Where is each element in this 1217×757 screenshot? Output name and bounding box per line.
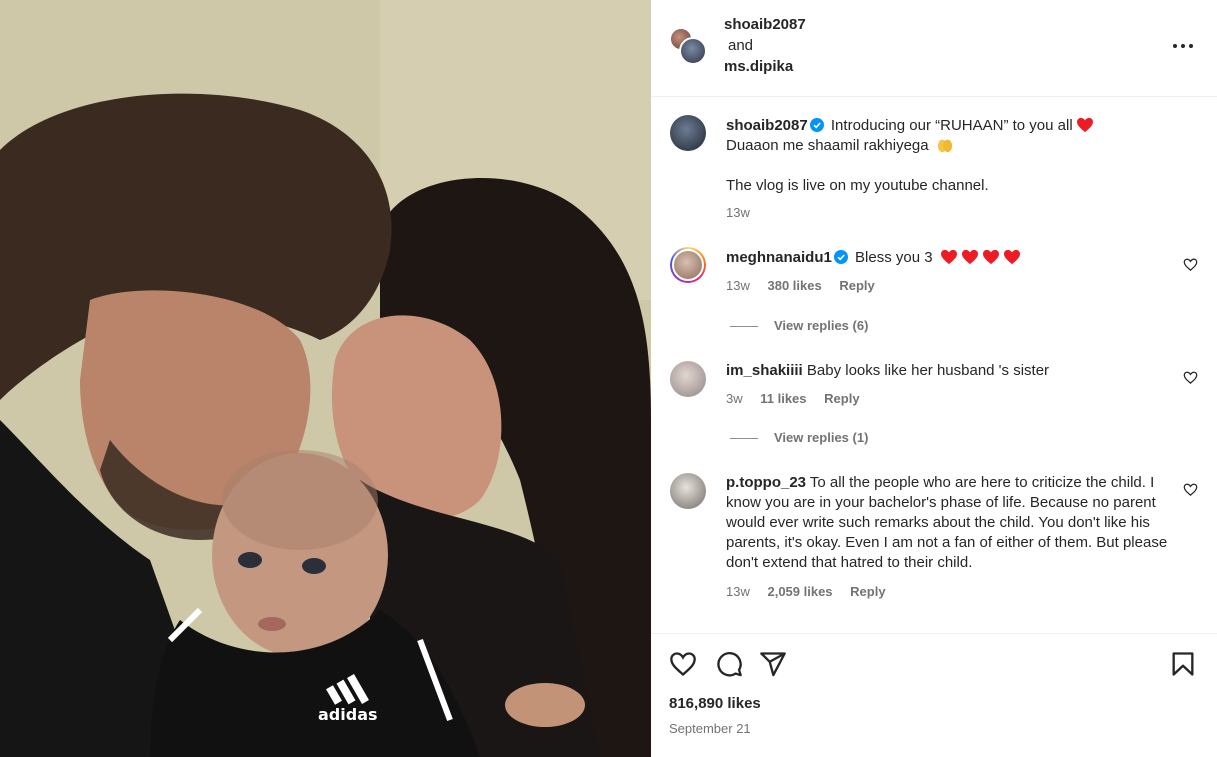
comment-likes[interactable]: 11 likes: [760, 391, 806, 406]
caption-line-3: The vlog is live on my youtube channel.: [726, 177, 989, 194]
jacket-logo-text: adidas: [318, 705, 378, 724]
header-username-2[interactable]: ms.dipika: [724, 56, 806, 77]
comment-username[interactable]: p.toppo_23: [726, 474, 806, 491]
post-photo[interactable]: adidas: [0, 0, 651, 757]
avatar[interactable]: [670, 361, 706, 397]
caption-line-1: Introducing our “RUHAAN” to you all: [830, 117, 1073, 134]
comments-list[interactable]: shoaib2087 Introducing our “RUHAAN” to y…: [651, 98, 1217, 633]
bookmark-icon[interactable]: [1169, 650, 1197, 678]
comment-3: p.toppo_23 To all the people who are her…: [726, 473, 1171, 573]
comment-meta: 13w 380 likes Reply: [726, 278, 889, 293]
comment-meta: 13w 2,059 likes Reply: [726, 584, 900, 599]
view-replies-button[interactable]: View replies (6): [730, 318, 868, 333]
divider-line: [730, 438, 758, 440]
verified-badge-icon: [833, 250, 848, 264]
comment-likes[interactable]: 380 likes: [767, 278, 821, 293]
red-heart-emoji-icon: [961, 249, 978, 265]
red-heart-emoji-icon: [1003, 249, 1020, 265]
caption: shoaib2087 Introducing our “RUHAAN” to y…: [726, 116, 1196, 196]
caption-username[interactable]: shoaib2087: [726, 117, 808, 134]
collab-avatars[interactable]: [669, 27, 709, 67]
heart-icon[interactable]: [669, 650, 697, 678]
more-options-icon[interactable]: [1171, 36, 1195, 56]
folded-hands-emoji-icon: [937, 139, 952, 153]
red-heart-emoji-icon: [940, 249, 957, 265]
caption-line-2: Duaaon me shaamil rakhiyega: [726, 137, 929, 154]
comment-time[interactable]: 13w: [726, 584, 750, 599]
avatar[interactable]: [679, 37, 707, 65]
share-icon[interactable]: [759, 650, 787, 678]
comment-icon[interactable]: [715, 650, 743, 678]
post-actions: 816,890 likes September 21: [651, 633, 1217, 757]
view-replies-label: View replies (6): [774, 318, 869, 333]
post-header: shoaib2087 and ms.dipika: [651, 0, 1217, 97]
comment-likes[interactable]: 2,059 likes: [767, 584, 832, 599]
header-username-1[interactable]: shoaib2087: [724, 14, 806, 35]
comment-time[interactable]: 13w: [726, 278, 750, 293]
verified-badge-icon: [809, 118, 824, 132]
comment-like-heart-icon[interactable]: [1183, 370, 1198, 385]
red-heart-emoji-icon: [982, 249, 999, 265]
avatar[interactable]: [670, 473, 706, 509]
post-details-panel: shoaib2087 and ms.dipika shoaib2087 Intr…: [651, 0, 1217, 757]
reply-button[interactable]: Reply: [850, 584, 885, 599]
reply-button[interactable]: Reply: [824, 391, 859, 406]
avatar[interactable]: [670, 247, 706, 283]
caption-time[interactable]: 13w: [726, 205, 750, 220]
comment-time[interactable]: 3w: [726, 391, 743, 406]
post-date[interactable]: September 21: [669, 721, 751, 736]
comment-like-heart-icon[interactable]: [1183, 482, 1198, 497]
header-joiner: and: [728, 37, 754, 54]
comment-meta: 3w 11 likes Reply: [726, 391, 874, 406]
view-replies-button[interactable]: View replies (1): [730, 430, 868, 445]
view-replies-label: View replies (1): [774, 430, 869, 445]
family-photo-illustration: adidas: [0, 0, 651, 757]
collab-usernames: shoaib2087 and ms.dipika: [724, 14, 806, 77]
comment-2: im_shakiiii Baby looks like her husband …: [726, 361, 1166, 381]
comment-like-heart-icon[interactable]: [1183, 257, 1198, 272]
comment-username[interactable]: meghnanaidu1: [726, 249, 832, 266]
red-heart-emoji-icon: [1076, 117, 1093, 133]
reply-button[interactable]: Reply: [839, 278, 874, 293]
post-likes-count[interactable]: 816,890 likes: [669, 695, 761, 712]
comment-text: Baby looks like her husband 's sister: [806, 362, 1050, 379]
avatar[interactable]: [670, 115, 706, 151]
caption-meta: 13w: [726, 205, 764, 220]
comment-1: meghnanaidu1 Bless you 3: [726, 248, 1166, 268]
divider-line: [730, 326, 758, 328]
comment-username[interactable]: im_shakiiii: [726, 362, 803, 379]
comment-text: Bless you 3: [855, 249, 933, 266]
